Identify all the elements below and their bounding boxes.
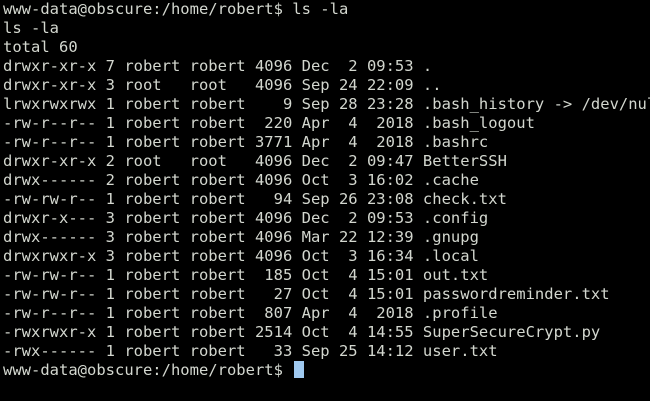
listing-row: -rwxrwxr-x 1 robert robert 2514 Oct 4 14… [3,323,601,341]
listing-row: -rw-r--r-- 1 robert robert 220 Apr 4 201… [3,114,535,132]
terminal-window[interactable]: www-data@obscure:/home/robert$ ls -la ls… [0,0,650,401]
listing-row: drwxr-x--- 3 robert robert 4096 Dec 2 09… [3,209,489,227]
listing-row: drwxr-xr-x 7 robert robert 4096 Dec 2 09… [3,57,433,75]
listing-row: lrwxrwxrwx 1 robert robert 9 Sep 28 23:2… [3,95,650,113]
total-line: total 60 [3,38,78,56]
cursor-block [294,361,305,378]
listing-row: -rw-rw-r-- 1 robert robert 185 Oct 4 15:… [3,266,489,284]
listing-row: drwxr-xr-x 3 root root 4096 Sep 24 22:09… [3,76,442,94]
listing-row: drwxrwxr-x 3 robert robert 4096 Oct 3 16… [3,247,479,265]
listing-row: -rw-r--r-- 1 robert robert 3771 Apr 4 20… [3,133,489,151]
command-echo-line: ls -la [3,19,59,37]
listing-row: -rw-rw-r-- 1 robert robert 94 Sep 26 23:… [3,190,507,208]
prompt-text: www-data@obscure:/home/robert$ [3,361,293,379]
listing-row: -rw-rw-r-- 1 robert robert 27 Oct 4 15:0… [3,285,610,303]
listing-row: drwx------ 3 robert robert 4096 Mar 22 1… [3,228,479,246]
final-prompt-line[interactable]: www-data@obscure:/home/robert$ [3,361,650,380]
listing-row: drwx------ 2 robert robert 4096 Oct 3 16… [3,171,479,189]
listing-row: -rwx------ 1 robert robert 33 Sep 25 14:… [3,342,498,360]
listing-row: -rw-r--r-- 1 robert robert 807 Apr 4 201… [3,304,498,322]
listing-row: drwxr-xr-x 2 root root 4096 Dec 2 09:47 … [3,152,507,170]
prompt-command-line: www-data@obscure:/home/robert$ ls -la [3,0,349,18]
